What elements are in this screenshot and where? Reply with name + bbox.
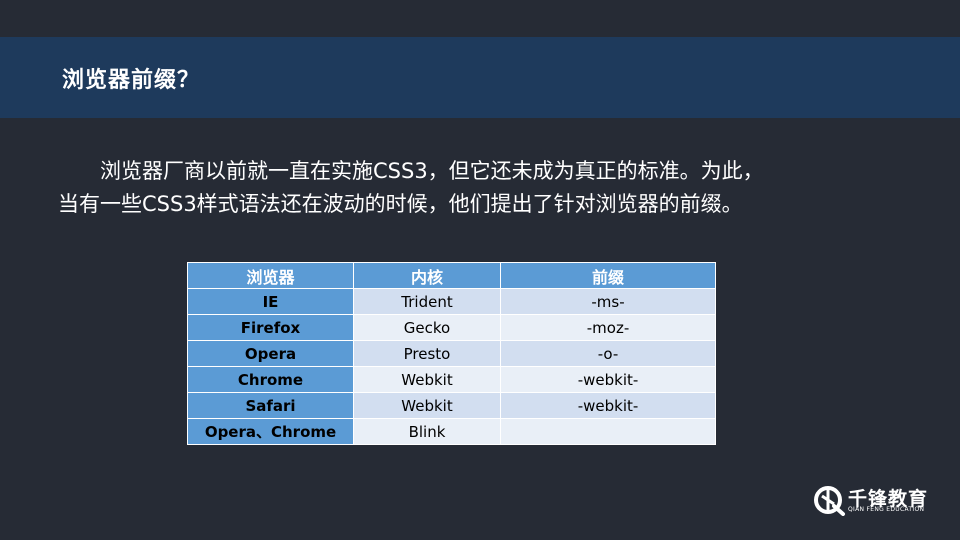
table-row: Firefox Gecko -moz-	[187, 314, 716, 341]
slide: 浏览器前缀？ 浏览器厂商以前就一直在实施CSS3，但它还未成为真正的标准。为此，…	[0, 0, 960, 540]
cell-prefix: -webkit-	[500, 392, 716, 419]
cell-engine: Trident	[353, 288, 501, 315]
table-row: Safari Webkit -webkit-	[187, 392, 716, 419]
table-header-row: 浏览器 内核 前缀	[187, 262, 716, 289]
table-row: Chrome Webkit -webkit-	[187, 366, 716, 393]
prefix-table: 浏览器 内核 前缀 IE Trident -ms- Firefox Gecko …	[187, 262, 716, 445]
header-browser: 浏览器	[187, 262, 354, 289]
logo-name-en: QIAN FENG EDUCATION	[848, 506, 925, 513]
table-row: IE Trident -ms-	[187, 288, 716, 315]
qianfeng-logo: 千锋教育 QIAN FENG EDUCATION	[812, 484, 942, 516]
cell-prefix: -webkit-	[500, 366, 716, 393]
cell-browser: Safari	[187, 392, 354, 419]
cell-engine: Webkit	[353, 392, 501, 419]
header-engine: 内核	[353, 262, 501, 289]
slide-title: 浏览器前缀？	[62, 67, 201, 93]
cell-browser: Firefox	[187, 314, 354, 341]
cell-prefix: -moz-	[500, 314, 716, 341]
qianfeng-logo-icon	[814, 486, 845, 516]
paragraph-line-2: 当有一些CSS3样式语法还在波动的时候，他们提出了针对浏览器的前缀。	[58, 192, 743, 216]
header-prefix: 前缀	[500, 262, 716, 289]
cell-engine: Webkit	[353, 366, 501, 393]
cell-browser: IE	[187, 288, 354, 315]
cell-prefix: -o-	[500, 340, 716, 367]
body-paragraph: 浏览器厂商以前就一直在实施CSS3，但它还未成为真正的标准。为此， 当有一些CS…	[58, 155, 858, 221]
cell-prefix: -ms-	[500, 288, 716, 315]
cell-browser: Opera、Chrome	[187, 418, 354, 445]
cell-engine: Presto	[353, 340, 501, 367]
cell-browser: Chrome	[187, 366, 354, 393]
table-row: Opera、Chrome Blink	[187, 418, 716, 445]
cell-engine: Blink	[353, 418, 501, 445]
cell-browser: Opera	[187, 340, 354, 367]
cell-engine: Gecko	[353, 314, 501, 341]
paragraph-line-1: 浏览器厂商以前就一直在实施CSS3，但它还未成为真正的标准。为此，	[100, 159, 764, 183]
table-row: Opera Presto -o-	[187, 340, 716, 367]
cell-prefix	[500, 418, 716, 445]
